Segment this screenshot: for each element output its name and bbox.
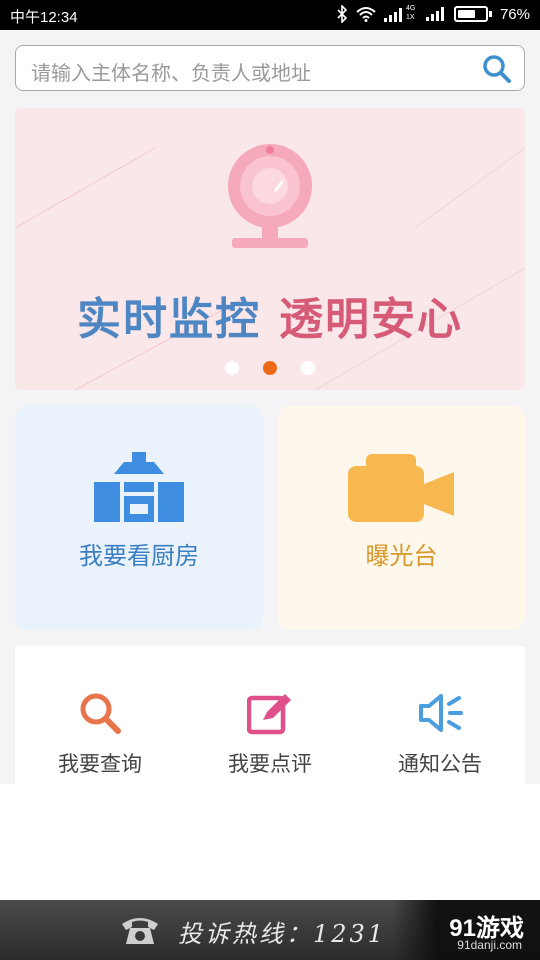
- video-camera-icon: [347, 454, 456, 528]
- edit-icon: [246, 690, 293, 736]
- carousel-dot[interactable]: [225, 361, 239, 375]
- slogan-part-2: 透明安心: [279, 294, 463, 345]
- notice-button[interactable]: 通知公告: [355, 690, 525, 778]
- bluetooth-icon: [336, 5, 348, 23]
- empty-area: [0, 784, 540, 900]
- watch-kitchen-label: 我要看厨房: [79, 542, 199, 570]
- status-time: 中午12:34: [10, 9, 78, 26]
- signal-4g-icon: 4G 1X: [383, 5, 418, 23]
- review-label: 我要点评: [228, 752, 312, 776]
- slogan-part-1: 实时监控: [77, 294, 261, 345]
- query-button[interactable]: 我要查询: [15, 690, 185, 778]
- network-type-label: 4G: [405, 5, 416, 12]
- signal-icon: [425, 7, 446, 21]
- battery-percent: 76%: [499, 5, 530, 23]
- network-type-label-2: 1X: [405, 14, 415, 21]
- carousel-indicator[interactable]: [15, 361, 525, 375]
- status-bar: 中午12:34 4G 1X 76%: [0, 0, 540, 30]
- hotline-bar[interactable]: 投诉热线：1231 91游戏 91danji.com: [0, 900, 540, 960]
- search-icon: [77, 690, 123, 736]
- watch-kitchen-card[interactable]: 我要看厨房: [15, 406, 263, 630]
- watermark: 91游戏 91danji.com: [392, 900, 540, 960]
- exposure-board-label: 曝光台: [365, 542, 438, 570]
- exposure-board-card[interactable]: 曝光台: [278, 406, 525, 630]
- watermark-site: 91danji.com: [457, 938, 522, 952]
- carousel-dot[interactable]: [263, 361, 277, 375]
- telephone-icon: [120, 914, 160, 950]
- query-label: 我要查询: [58, 752, 142, 776]
- hotline-text: 投诉热线：1231: [178, 920, 387, 948]
- carousel-dot[interactable]: [301, 361, 315, 375]
- search-input[interactable]: 请输入主体名称、负责人或地址: [31, 57, 311, 86]
- webcam-icon: [220, 138, 320, 262]
- wifi-icon: [356, 6, 376, 22]
- kitchen-building-icon: [94, 452, 184, 528]
- search-icon[interactable]: [482, 54, 512, 84]
- search-bar[interactable]: 请输入主体名称、负责人或地址: [15, 45, 525, 91]
- notice-label: 通知公告: [398, 752, 482, 776]
- battery-icon: [453, 6, 492, 22]
- review-button[interactable]: 我要点评: [185, 690, 355, 778]
- banner-slogan: 实时监控 透明安心: [15, 283, 525, 347]
- banner-carousel[interactable]: 实时监控 透明安心: [15, 108, 525, 390]
- quick-actions: 我要查询 我要点评 通知公告: [15, 646, 525, 784]
- speaker-icon: [417, 690, 463, 736]
